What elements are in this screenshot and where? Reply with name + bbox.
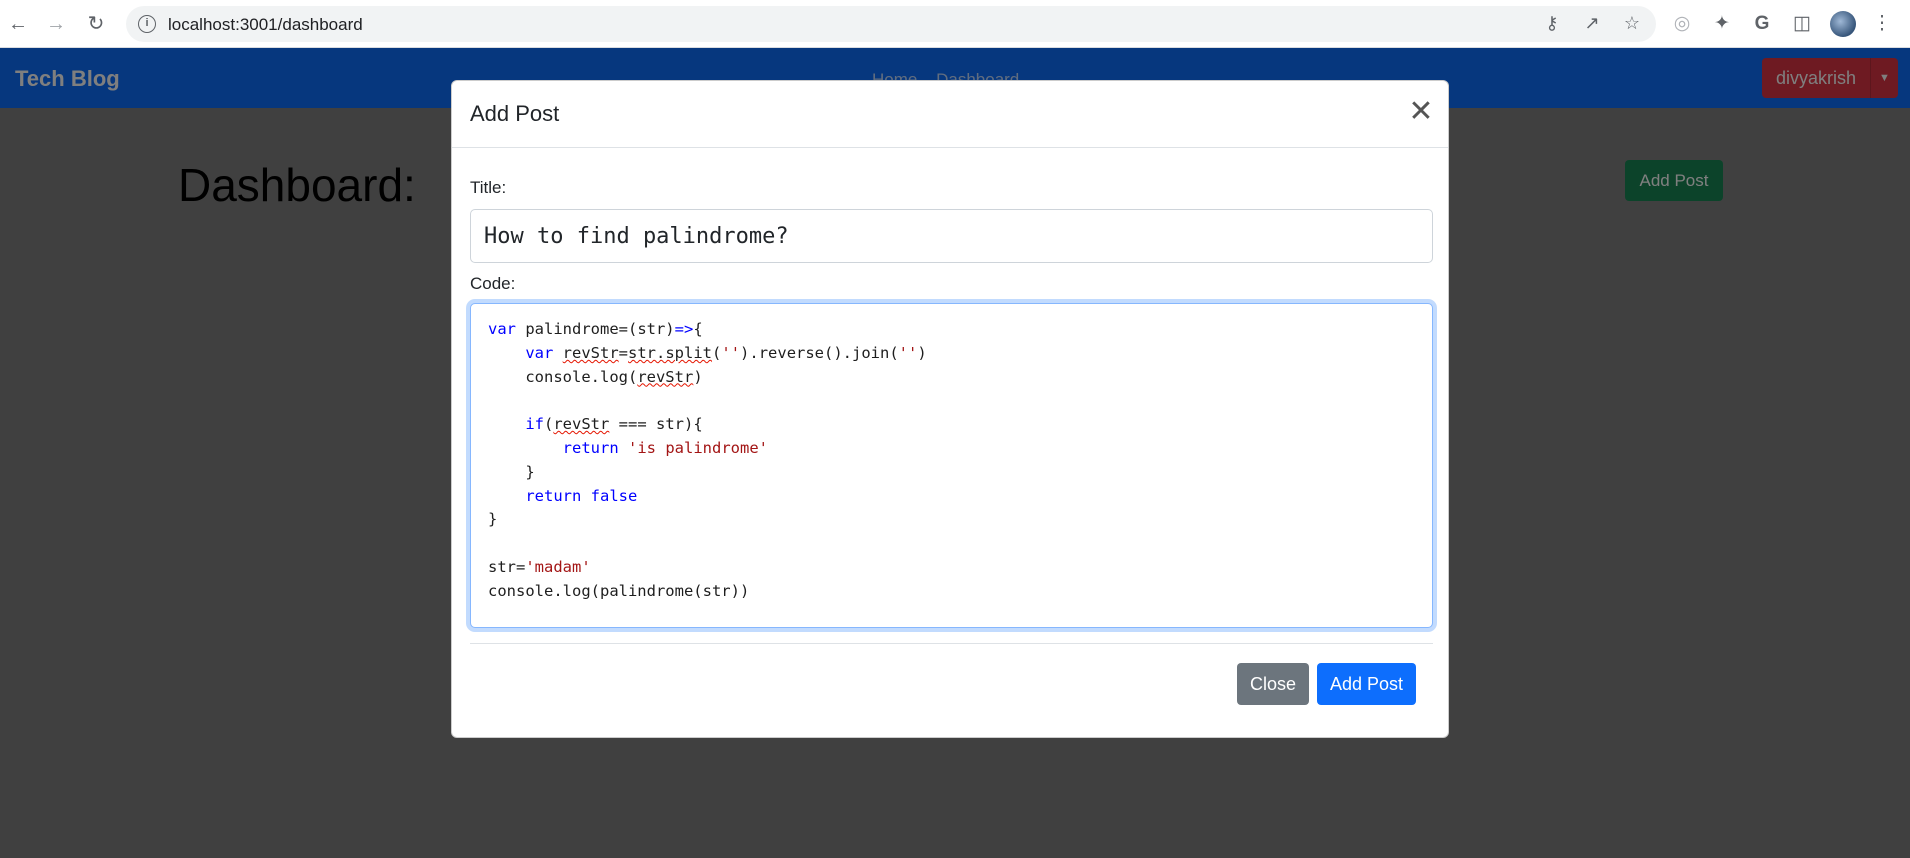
- url-text: localhost:3001/dashboard: [168, 15, 363, 34]
- close-button[interactable]: Close: [1237, 663, 1309, 705]
- code-line: }: [488, 462, 535, 481]
- code-label: Code:: [470, 274, 516, 293]
- code-line: }: [488, 510, 498, 529]
- reload-icon[interactable]: ↻: [84, 12, 108, 36]
- profile-avatar[interactable]: [1830, 11, 1856, 37]
- google-icon[interactable]: G: [1750, 12, 1774, 36]
- puzzle-icon[interactable]: ✦: [1710, 12, 1734, 36]
- code-line: console.log(palindrome(str)): [488, 581, 750, 600]
- modal-footer-divider: [470, 643, 1433, 644]
- star-icon[interactable]: ☆: [1621, 12, 1643, 34]
- browser-toolbar: ← → ↻ i localhost:3001/dashboard ⚷ ↗ ☆ ◎…: [0, 0, 1910, 48]
- code-line: var revStr=str.split('').reverse().join(…: [525, 343, 927, 362]
- submit-add-post-button[interactable]: Add Post: [1317, 663, 1416, 705]
- title-input[interactable]: [470, 209, 1433, 263]
- code-line: if(revStr === str){: [525, 415, 703, 434]
- share-icon[interactable]: ↗: [1581, 12, 1603, 34]
- code-line: return 'is palindrome': [562, 438, 768, 457]
- code-line: return false: [525, 486, 638, 505]
- forward-icon[interactable]: →: [44, 12, 68, 36]
- back-icon[interactable]: ←: [6, 12, 30, 36]
- add-post-modal: Add Post ✕ Title: Code: var palindrome=(…: [451, 80, 1449, 738]
- code-textarea[interactable]: var palindrome=(str)=>{ var revStr=str.s…: [470, 303, 1433, 628]
- code-line: var palindrome=(str)=>{: [488, 320, 703, 338]
- code-line: str='madam': [488, 557, 591, 576]
- code-line: console.log(revStr): [488, 367, 703, 386]
- key-icon[interactable]: ⚷: [1541, 12, 1563, 34]
- extension-icon[interactable]: ◎: [1670, 12, 1694, 36]
- site-info-icon[interactable]: i: [138, 15, 156, 33]
- side-panel-icon[interactable]: ◫: [1790, 12, 1814, 36]
- menu-icon[interactable]: ⋮: [1870, 12, 1894, 36]
- modal-title: Add Post: [470, 101, 560, 126]
- close-icon[interactable]: ✕: [1406, 97, 1436, 129]
- modal-header: Add Post ✕: [452, 81, 1448, 148]
- address-bar[interactable]: i localhost:3001/dashboard: [126, 6, 1656, 42]
- title-label: Title:: [470, 178, 507, 197]
